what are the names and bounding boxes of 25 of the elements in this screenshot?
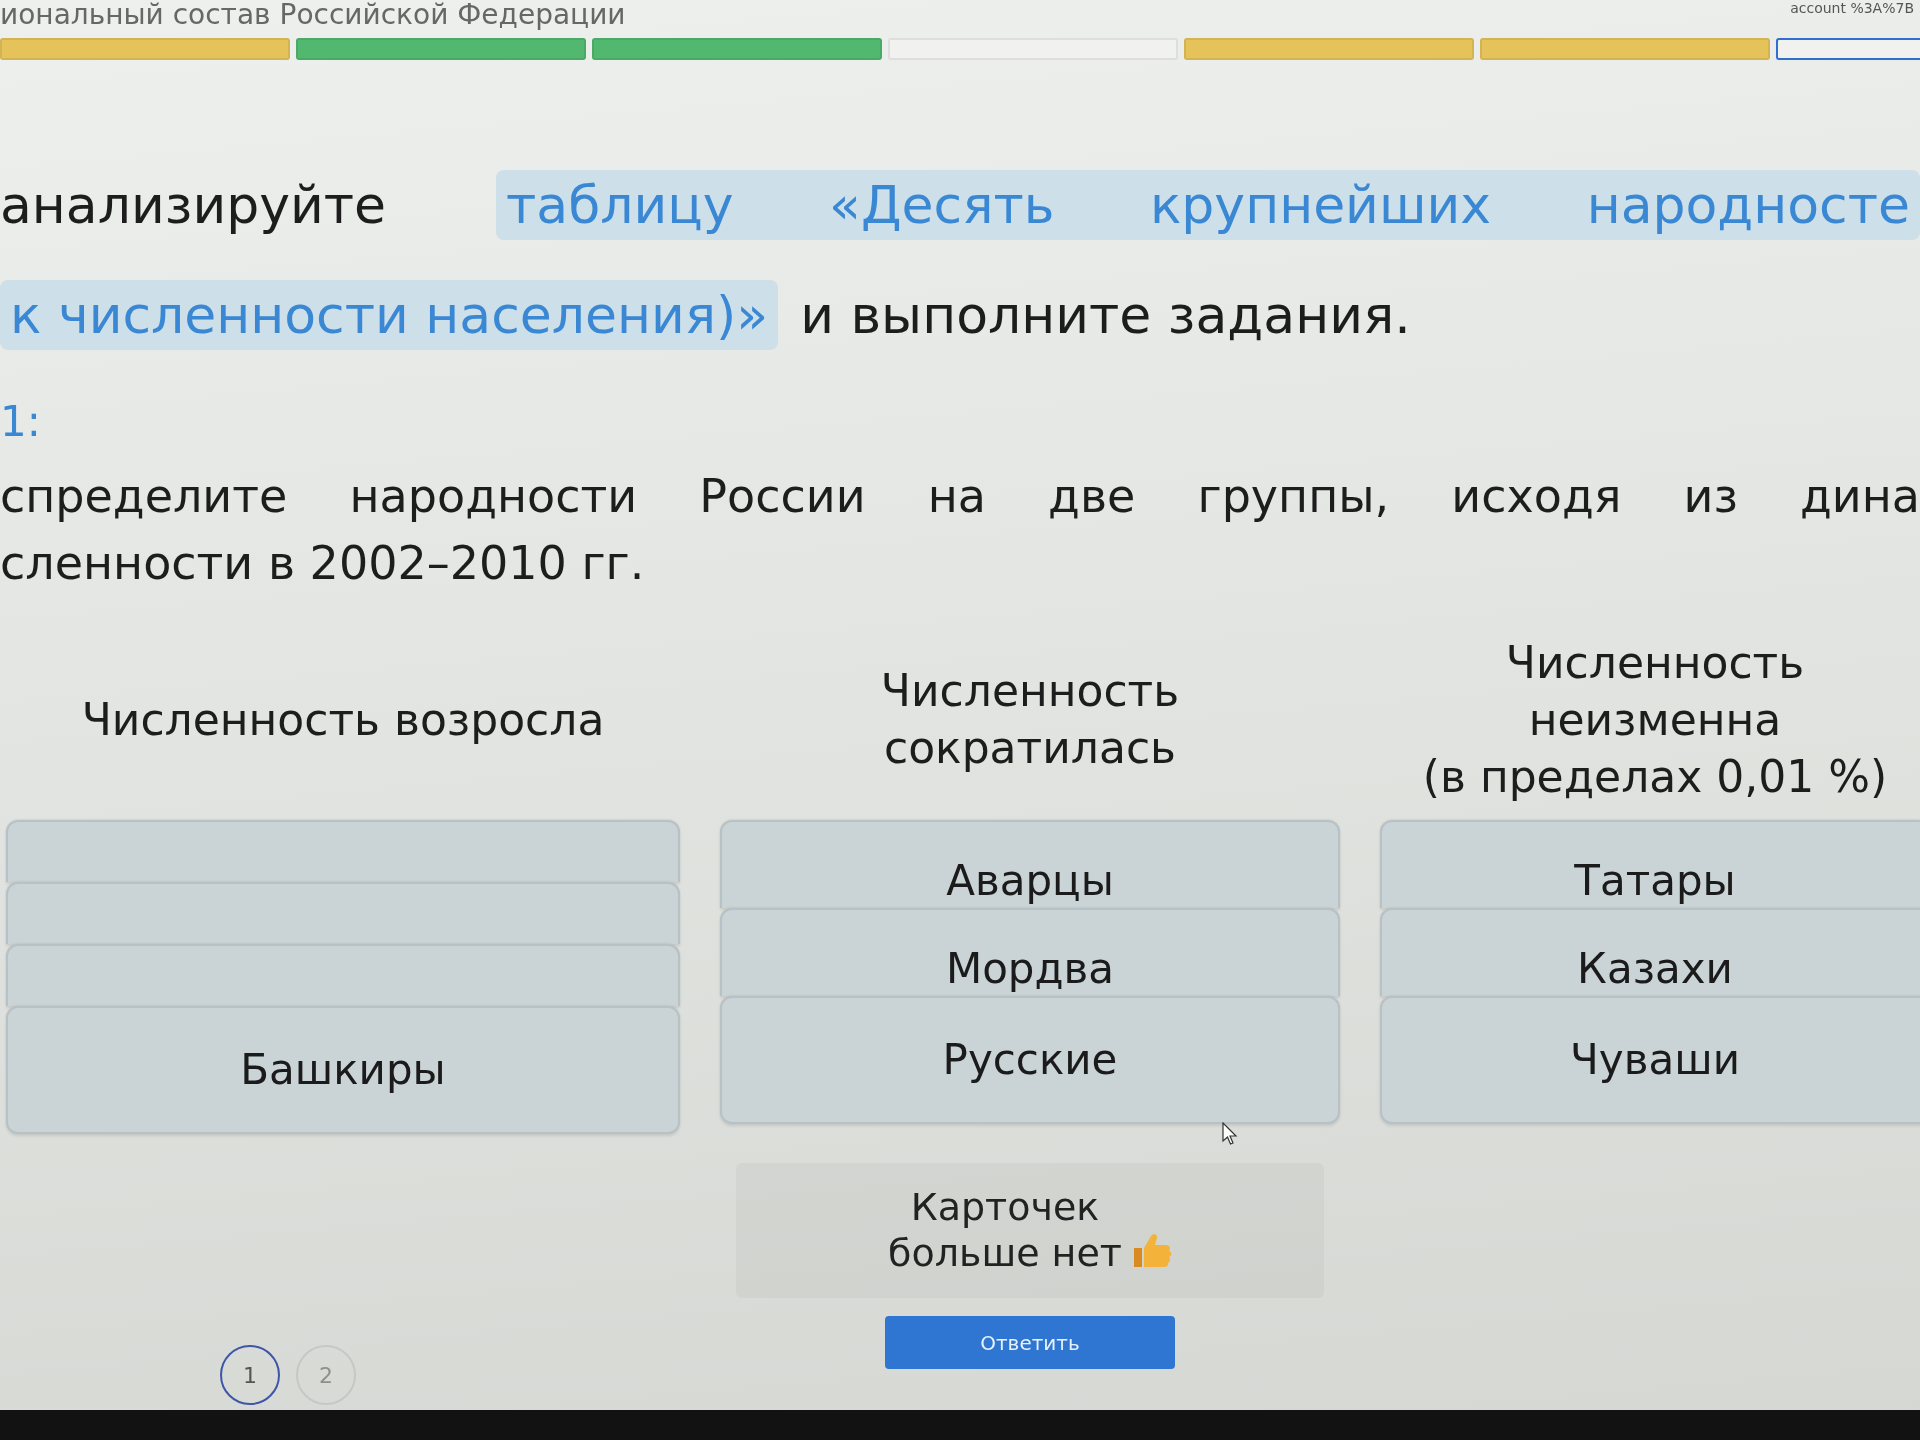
page-number-button[interactable]: 1 — [220, 1345, 280, 1405]
submit-button[interactable]: Ответить — [885, 1316, 1175, 1369]
answer-card[interactable] — [6, 820, 680, 882]
notice-text: Карточек больше нет — [888, 1184, 1122, 1276]
thumbs-up-icon — [1132, 1232, 1172, 1268]
instruction-text: анализируйте — [0, 174, 387, 237]
answer-card[interactable]: Аварцы — [720, 820, 1340, 908]
answer-card[interactable]: Русские — [720, 996, 1340, 1124]
url-text: account %3A%7B — [1790, 0, 1914, 16]
answer-card[interactable]: Чуваши — [1380, 996, 1920, 1124]
column-heading: Численность неизменна (в пределах 0,01 %) — [1422, 635, 1888, 804]
instruction-text: и выполните задания. — [800, 284, 1411, 347]
task-text: спределите народности России на две группы, исходя из дина — [0, 468, 1920, 525]
task-text: сленности в 2002–2010 гг. — [0, 535, 645, 592]
answer-card[interactable] — [6, 944, 680, 1006]
answer-card[interactable]: Башкиры — [6, 1006, 680, 1134]
column-heading: Численность возросла — [81, 692, 605, 747]
task-number: 1: — [0, 397, 41, 447]
page-title: иональный состав Российской Федерации — [0, 0, 626, 30]
answer-card[interactable] — [6, 882, 680, 944]
answer-card[interactable]: Мордва — [720, 908, 1340, 996]
cursor-icon — [1222, 1122, 1238, 1146]
answer-card[interactable]: Татары — [1380, 820, 1920, 908]
answer-card[interactable]: Казахи — [1380, 908, 1920, 996]
column-heading: Численность сократилась — [880, 664, 1180, 775]
